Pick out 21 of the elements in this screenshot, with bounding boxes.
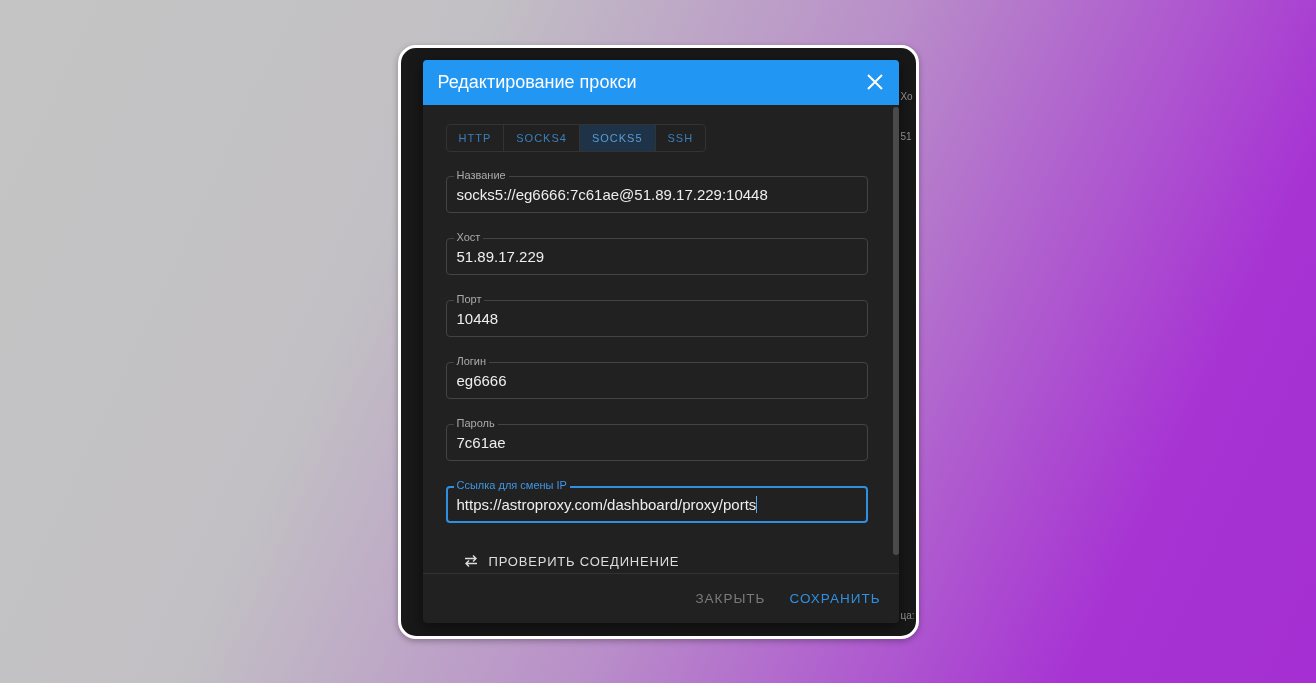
- field-label: Ссылка для смены IP: [453, 478, 570, 492]
- field-label: Логин: [453, 354, 490, 368]
- field-label: Название: [453, 168, 509, 182]
- field-label: Хост: [453, 230, 484, 244]
- save-button[interactable]: СОХРАНИТЬ: [784, 586, 886, 610]
- close-text-button[interactable]: ЗАКРЫТЬ: [690, 586, 771, 610]
- tab[interactable]: SSH: [655, 124, 706, 151]
- tab[interactable]: SOCKS5: [579, 124, 656, 151]
- tab[interactable]: SOCKS4: [504, 124, 580, 151]
- scrollbar[interactable]: [892, 106, 899, 555]
- swap-arrows-icon: [463, 554, 478, 568]
- close-icon: [866, 74, 883, 90]
- backdrop-text: ца:: [900, 609, 915, 621]
- dialog-title: Редактирование прокси: [437, 71, 637, 93]
- field-label: Пароль: [453, 416, 498, 430]
- close-button[interactable]: [864, 72, 885, 92]
- field-label: Порт: [453, 292, 485, 306]
- backdrop-text: Хо: [900, 90, 913, 102]
- tab[interactable]: HTTP: [446, 124, 505, 151]
- backdrop-text: 51: [900, 130, 912, 142]
- check-connection-button[interactable]: ПРОВЕРИТЬ СОЕДИНЕНИЕ: [459, 551, 684, 571]
